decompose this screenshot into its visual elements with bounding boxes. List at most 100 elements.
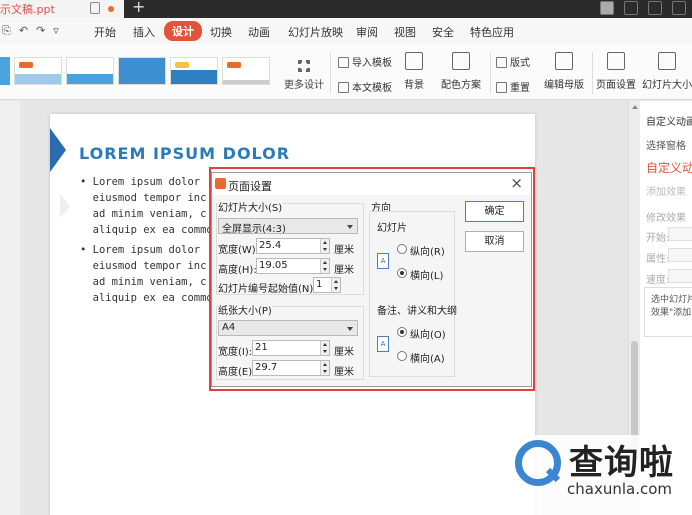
add-effect-button[interactable]: 添加效果	[646, 183, 686, 198]
slide-size-select[interactable]: 全屏显示(4:3)	[218, 218, 358, 235]
start-field[interactable]	[668, 227, 692, 241]
chevron-shape	[60, 194, 70, 218]
dialog-titlebar: 页面设置 ×	[212, 173, 531, 195]
bullet-line[interactable]: ad minim veniam, c	[80, 274, 207, 290]
slide-landscape-radio[interactable]: 横向(L)	[397, 267, 443, 282]
divider	[592, 52, 593, 94]
edit-master-button[interactable]: 编辑母版	[542, 52, 586, 91]
paper-size-label: 纸张大小(P)	[218, 302, 272, 317]
design-thumbnail[interactable]	[170, 57, 218, 85]
notes-portrait-radio[interactable]: 纵向(O)	[397, 326, 446, 341]
landscape-page-icon: A	[377, 253, 389, 269]
bullet-line[interactable]: aliquip ex ea commo	[80, 290, 213, 306]
new-tab-icon[interactable]: +	[132, 0, 145, 16]
import-template-button[interactable]: 导入模板	[338, 54, 392, 69]
page-setup-icon	[607, 52, 625, 70]
modify-effect-label: 修改效果	[646, 213, 686, 224]
menu-bar: ⎘ ↶ ↷ ▿ 开始 插入 设计 切换 动画 幻灯片放映 审阅 视图 安全 特色…	[0, 18, 692, 44]
paper-size-select[interactable]: A4	[218, 320, 358, 336]
template-icon	[338, 82, 349, 93]
spinner-icon[interactable]	[320, 361, 329, 375]
notes-landscape-radio[interactable]: 横向(A)	[397, 350, 445, 365]
chevron-down-icon	[347, 225, 353, 229]
print-preview-icon[interactable]: ⎘	[2, 24, 11, 38]
scroll-up-icon[interactable]	[632, 105, 638, 109]
animation-hint: 选中幻灯片， 效果"添加	[651, 295, 692, 318]
slide-size-label: 幻灯片大小(S)	[218, 199, 283, 214]
design-thumbnail[interactable]	[222, 57, 270, 85]
bullet-line[interactable]: eiusmod tempor inc	[80, 258, 207, 274]
document-tab[interactable]: 示文稿.ppt	[0, 0, 124, 18]
document-title: 示文稿.ppt	[0, 3, 55, 16]
property-field[interactable]	[668, 248, 692, 262]
slide-portrait-radio[interactable]: 纵向(R)	[397, 243, 445, 258]
layout-button[interactable]: 版式	[496, 54, 530, 69]
bullet-line[interactable]: • Lorem ipsum dolor	[80, 174, 200, 190]
animation-list[interactable]: 选中幻灯片， 效果"添加	[644, 287, 692, 337]
menu-view[interactable]: 视图	[394, 24, 416, 40]
more-design-button[interactable]: 更多设计	[282, 60, 326, 91]
skin-icon[interactable]	[624, 1, 638, 15]
slide-size-button[interactable]: 幻灯片大小	[642, 52, 692, 91]
user-avatar[interactable]	[672, 1, 686, 15]
color-scheme-button[interactable]: 配色方案	[436, 52, 486, 91]
menu-design[interactable]: 设计	[164, 21, 202, 41]
watermark-url: chaxunla.com	[567, 480, 672, 498]
design-thumbnail[interactable]	[0, 57, 10, 85]
close-icon[interactable]: ×	[510, 174, 523, 192]
bullet-line[interactable]: • Lorem ipsum dolor	[80, 242, 200, 258]
width-input[interactable]: 25.4	[256, 238, 330, 254]
divider	[330, 52, 331, 94]
custom-animation-title: 自定义动画	[646, 161, 692, 175]
template-icon	[338, 57, 349, 68]
design-thumbnail[interactable]	[14, 57, 62, 85]
spinner-icon[interactable]	[320, 239, 329, 253]
quick-menu-chevron-icon[interactable]: ▿	[53, 24, 59, 38]
dialog-title: 页面设置	[228, 180, 272, 193]
design-thumbnail[interactable]	[66, 57, 114, 85]
cancel-button[interactable]: 取消	[465, 231, 524, 252]
menu-transition[interactable]: 切换	[210, 24, 232, 40]
redo-icon[interactable]: ↷	[36, 24, 45, 38]
menu-slideshow[interactable]: 幻灯片放映	[288, 24, 343, 40]
width-unit: 厘米	[334, 245, 354, 256]
bullet-line[interactable]: aliquip ex ea commo	[80, 222, 213, 238]
spinner-icon[interactable]	[320, 341, 329, 355]
account-icon[interactable]	[600, 1, 614, 15]
page-setup-button[interactable]: 页面设置	[594, 52, 638, 91]
height-unit: 厘米	[334, 265, 354, 276]
menu-special-apps[interactable]: 特色应用	[470, 24, 514, 40]
slide-title[interactable]: LOREM IPSUM DOLOR	[79, 144, 290, 163]
menu-review[interactable]: 审阅	[356, 24, 378, 40]
reset-button[interactable]: 重置	[496, 79, 530, 94]
menu-security[interactable]: 安全	[432, 24, 454, 40]
color-scheme-icon	[452, 52, 470, 70]
menu-animation[interactable]: 动画	[248, 24, 270, 40]
paper-width-input[interactable]: 21	[252, 340, 330, 356]
spinner-icon[interactable]	[320, 259, 329, 273]
share-icon[interactable]	[648, 1, 662, 15]
design-thumbnail[interactable]	[118, 57, 166, 85]
paper-height-input[interactable]: 29.7	[252, 360, 330, 376]
bullet-line[interactable]: eiusmod tempor inc	[80, 190, 207, 206]
portrait-page-icon: A	[377, 336, 389, 352]
title-bar: 示文稿.ppt +	[0, 0, 692, 18]
undo-icon[interactable]: ↶	[19, 24, 28, 38]
paper-height-label: 高度(E):	[218, 367, 256, 378]
spinner-icon[interactable]	[331, 278, 340, 292]
select-pane-link[interactable]: 选择窗格	[646, 137, 686, 152]
menu-home[interactable]: 开始	[94, 24, 116, 40]
height-input[interactable]: 19.05	[256, 258, 330, 274]
ok-button[interactable]: 确定	[465, 201, 524, 222]
paper-height-unit: 厘米	[334, 367, 354, 378]
text-template-button[interactable]: 本文模板	[338, 79, 392, 94]
speed-field[interactable]	[668, 269, 692, 283]
grid-icon	[298, 60, 310, 72]
menu-insert[interactable]: 插入	[133, 24, 155, 40]
start-number-input[interactable]: 1	[313, 277, 341, 293]
slide-thumbnail-panel[interactable]	[0, 101, 20, 515]
reset-icon	[496, 82, 507, 93]
bullet-line[interactable]: ad minim veniam, c	[80, 206, 207, 222]
background-button[interactable]: 背景	[392, 52, 436, 91]
pin-icon[interactable]	[90, 2, 100, 14]
